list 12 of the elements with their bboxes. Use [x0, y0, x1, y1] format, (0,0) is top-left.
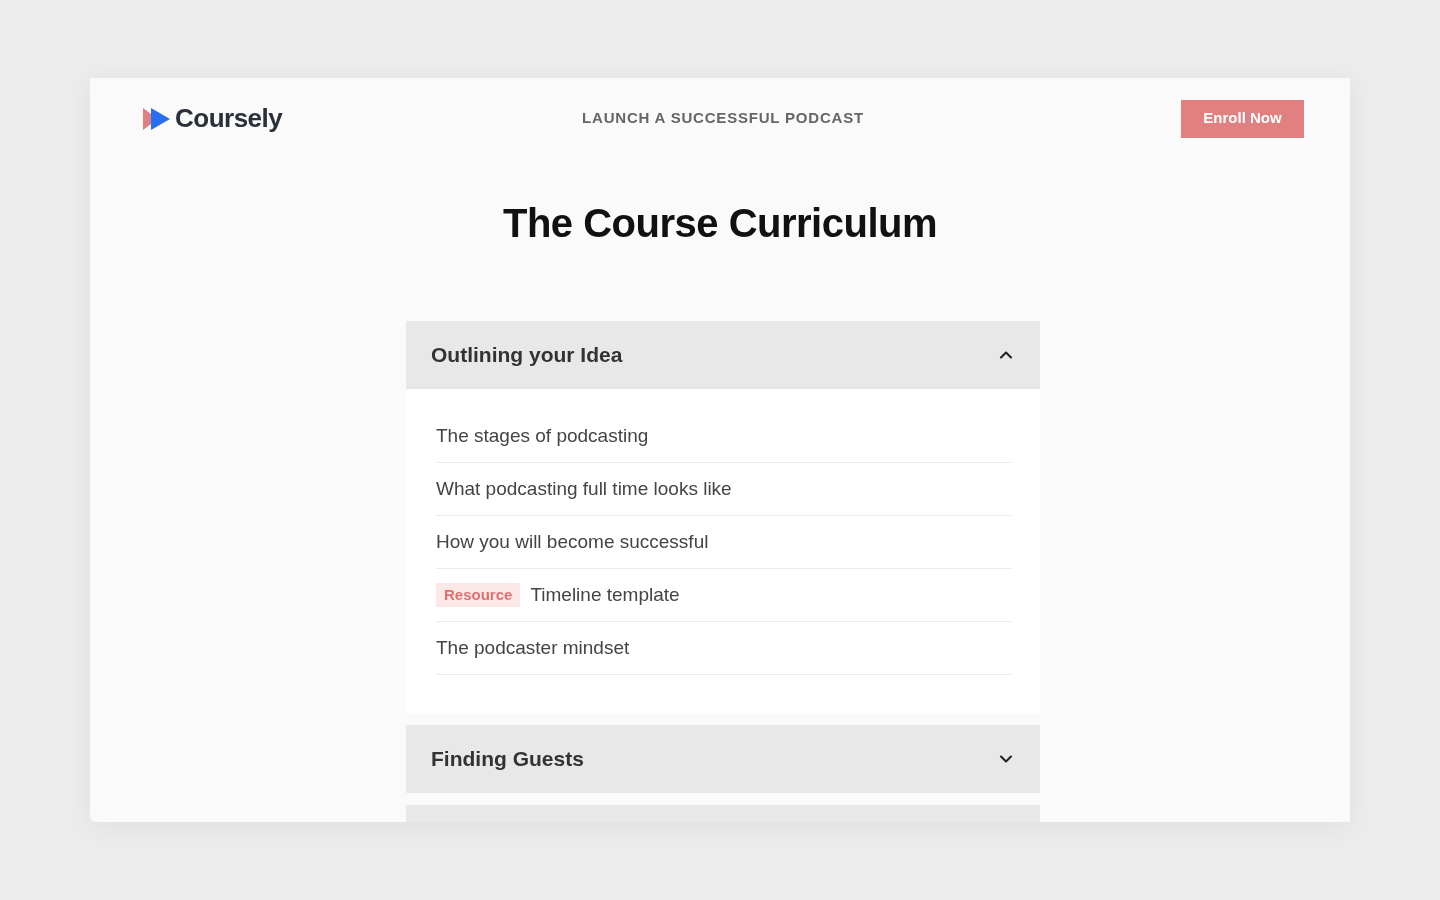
lesson-link[interactable]: What podcasting full time looks like	[436, 474, 732, 504]
accordion-header[interactable]: Outlining your Idea	[406, 321, 1040, 389]
resource-tag: Resource	[436, 582, 521, 608]
lesson-link[interactable]: The stages of podcasting	[436, 421, 649, 451]
accordion-header[interactable]: Finding Guests	[406, 725, 1040, 793]
page-heading: The Course Curriculum	[502, 200, 938, 247]
lesson-link[interactable]: How you will become successful	[436, 527, 709, 557]
lesson-link[interactable]: The podcaster mindset	[436, 633, 630, 663]
logo-icon	[142, 106, 172, 131]
brand-name: Coursely	[175, 102, 283, 135]
lesson-link[interactable]: Timeline template	[530, 580, 680, 610]
course-title: LAUNCH A SUCCESSFUL PODCAST	[582, 108, 864, 129]
